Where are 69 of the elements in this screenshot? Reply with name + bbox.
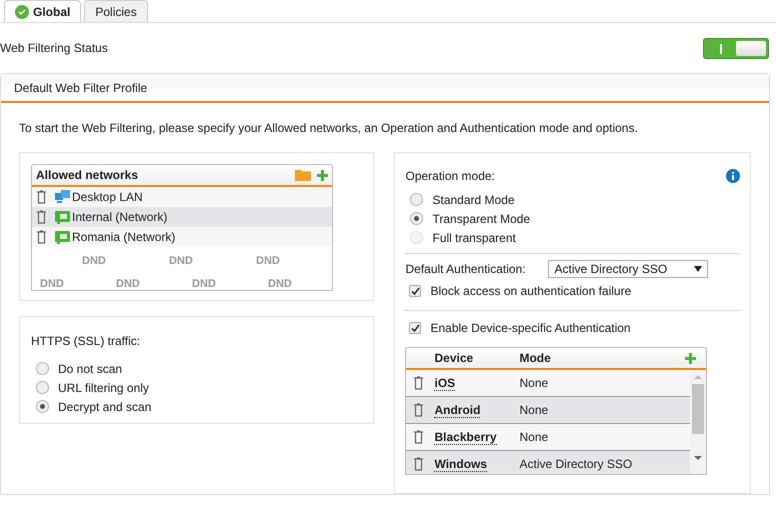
- network-icon: [55, 210, 70, 224]
- device-row[interactable]: iOS None: [406, 370, 690, 397]
- drag-drop-hint: DND: [82, 256, 107, 267]
- radio-button[interactable]: [410, 193, 424, 206]
- device-link[interactable]: Windows: [434, 455, 520, 473]
- network-icon: [55, 230, 70, 244]
- drag-drop-hint: DND: [40, 279, 65, 290]
- status-label: Web Filtering Status: [0, 40, 108, 57]
- tab[interactable]: Global: [4, 0, 82, 22]
- checkbox-label: Enable Device-specific Authentication: [430, 320, 631, 337]
- option-label: Full transparent: [432, 230, 516, 246]
- drag-drop-hint: DND: [256, 256, 281, 267]
- network-row[interactable]: Desktop LAN: [32, 187, 332, 207]
- table-cell-text: None: [519, 429, 548, 446]
- trash-icon[interactable]: [413, 457, 424, 471]
- device-link[interactable]: Blackberry: [434, 428, 520, 446]
- computers-icon: [55, 190, 70, 204]
- option-label: Decrypt and scan: [58, 398, 152, 416]
- drag-drop-hint: DND: [192, 279, 217, 290]
- field-label: Default Authentication:: [405, 261, 527, 278]
- device-link[interactable]: Android: [434, 401, 520, 419]
- trash-icon[interactable]: [413, 430, 424, 444]
- device-row[interactable]: Windows Active Directory SSO: [406, 451, 690, 474]
- network-name: Desktop LAN: [72, 189, 143, 206]
- network-row[interactable]: Internal (Network): [32, 207, 332, 227]
- option-label: URL filtering only: [58, 380, 149, 396]
- radio-button[interactable]: [36, 381, 49, 394]
- tab[interactable]: Policies: [84, 0, 148, 22]
- device-link[interactable]: iOS: [434, 374, 520, 392]
- caret-icon: [694, 266, 702, 272]
- table-cell-text: None: [519, 375, 548, 392]
- radio-button[interactable]: [36, 400, 49, 413]
- check-circle-icon: [15, 4, 29, 18]
- option-label: Do not scan: [58, 360, 122, 378]
- radio-button[interactable]: [410, 212, 424, 225]
- trash-icon[interactable]: [36, 190, 47, 204]
- info-icon[interactable]: [726, 169, 740, 183]
- device-row[interactable]: Android None: [406, 397, 690, 424]
- plus-icon[interactable]: [317, 170, 328, 180]
- toggle-switch[interactable]: [703, 38, 769, 58]
- drag-drop-hint: DND: [169, 256, 194, 267]
- radio-button[interactable]: [36, 362, 49, 375]
- table-cell-text: Active Directory SSO: [519, 456, 632, 473]
- drag-drop-hint: DND: [268, 279, 293, 290]
- panel-header: Default Web Filter Profile: [1, 74, 769, 103]
- checkbox[interactable]: [409, 322, 422, 334]
- network-name: Romania (Network): [72, 229, 176, 246]
- trash-icon[interactable]: [36, 230, 47, 244]
- drag-drop-hint: DND: [116, 279, 141, 290]
- column-header: Mode: [519, 350, 552, 367]
- intro-text: To start the Web Filtering, please specify your Allowed networks, an Operation and Authentication mode and options.: [19, 121, 639, 135]
- section-label: Operation mode:: [405, 168, 495, 185]
- list-title: Allowed networks: [36, 167, 138, 184]
- network-row[interactable]: Romania (Network): [32, 227, 332, 247]
- trash-icon[interactable]: [413, 403, 424, 417]
- checkbox[interactable]: [409, 285, 422, 297]
- table-cell-text: None: [519, 402, 548, 419]
- device-row[interactable]: Blackberry None: [406, 424, 690, 451]
- option-label: Standard Mode: [432, 192, 515, 208]
- scrollbar[interactable]: [690, 370, 706, 474]
- trash-icon[interactable]: [413, 376, 424, 390]
- trash-icon[interactable]: [36, 210, 47, 224]
- option-label: Transparent Mode: [432, 210, 530, 228]
- network-name: Internal (Network): [72, 209, 168, 226]
- checkbox-label: Block access on authentication failure: [430, 283, 632, 300]
- plus-icon[interactable]: [685, 352, 696, 364]
- authentication-dropdown[interactable]: Active Directory SSO: [548, 260, 708, 278]
- section-label: HTTPS (SSL) traffic:: [31, 333, 142, 350]
- column-header: Device: [434, 350, 474, 367]
